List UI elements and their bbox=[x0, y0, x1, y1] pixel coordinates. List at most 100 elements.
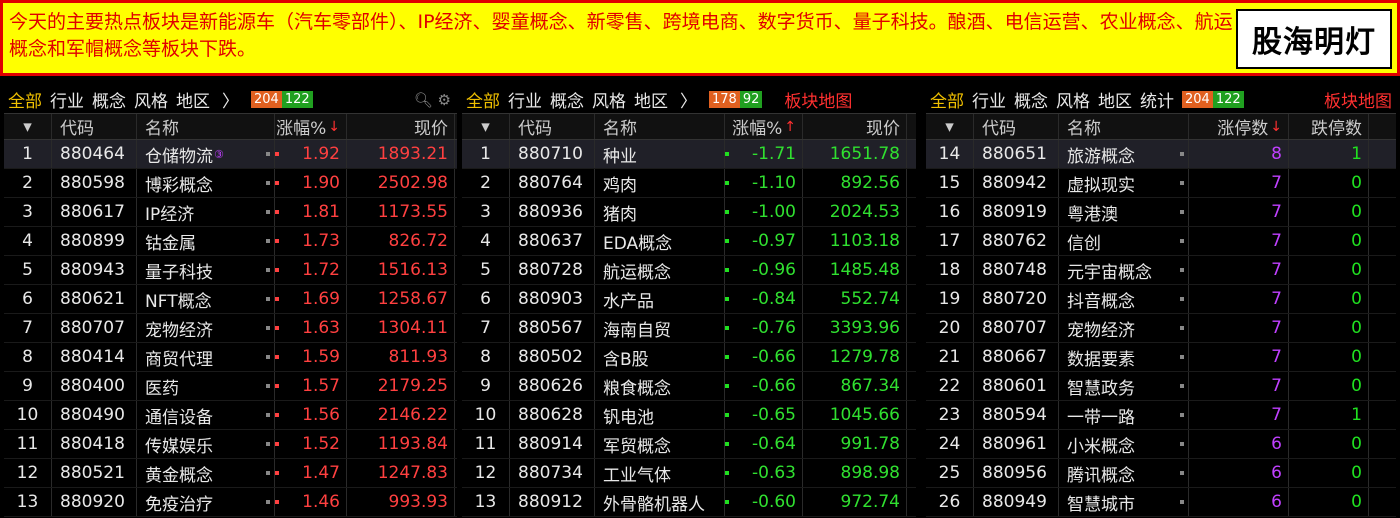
pct-cell: -1.71 bbox=[725, 140, 803, 168]
table-row[interactable]: 3 880936 猪肉 -1.00 2024.53 bbox=[462, 198, 916, 227]
table-row[interactable]: 5 880728 航运概念 -0.96 1485.48 bbox=[462, 256, 916, 285]
advance-count: 204 bbox=[1182, 91, 1213, 108]
col-pct-label: 涨幅% bbox=[276, 119, 327, 139]
table-row[interactable]: 16 880919 粤港澳 7 0 bbox=[926, 198, 1396, 227]
col-code[interactable]: 代码 bbox=[52, 114, 137, 139]
pct-change: 1.92 bbox=[302, 144, 340, 164]
sector-name: 粮食概念 bbox=[595, 372, 725, 400]
col-limitup[interactable]: 涨停数 ↓ bbox=[1189, 114, 1289, 139]
table-row[interactable]: 20 880707 宠物经济 7 0 bbox=[926, 314, 1396, 343]
col-name[interactable]: 名称 bbox=[1059, 114, 1189, 139]
table-row[interactable]: 6 880621 NFT概念 1.69 1258.67 bbox=[4, 285, 457, 314]
table-row[interactable]: 2 880598 博彩概念 1.90 2502.98 bbox=[4, 169, 457, 198]
table-row[interactable]: 8 880414 商贸代理 1.59 811.93 bbox=[4, 343, 457, 372]
current-price: 867.34 bbox=[803, 372, 907, 400]
table-row[interactable]: 10 880490 通信设备 1.56 2146.22 bbox=[4, 401, 457, 430]
tab-region[interactable]: 地区 bbox=[1094, 87, 1136, 112]
table-row[interactable]: 23 880594 一带一路 7 1 bbox=[926, 401, 1396, 430]
table-row[interactable]: 18 880748 元宇宙概念 7 0 bbox=[926, 256, 1396, 285]
col-price[interactable]: 现价 bbox=[803, 114, 907, 139]
table-row[interactable]: 3 880617 IP经济 1.81 1173.55 bbox=[4, 198, 457, 227]
tab-industry[interactable]: 行业 bbox=[46, 87, 88, 112]
table-row[interactable]: 11 880418 传媒娱乐 1.52 1193.84 bbox=[4, 430, 457, 459]
row-index: 9 bbox=[462, 372, 510, 400]
table-row[interactable]: 21 880667 数据要素 7 0 bbox=[926, 343, 1396, 372]
sector-map-link[interactable]: 板块地图 bbox=[1324, 87, 1396, 112]
table-row[interactable]: 4 880899 钴金属 1.73 826.72 bbox=[4, 227, 457, 256]
col-limitdown[interactable]: 跌停数 bbox=[1289, 114, 1369, 139]
decline-count: 122 bbox=[281, 91, 313, 108]
table-row[interactable]: 11 880914 军贸概念 -0.64 991.78 bbox=[462, 430, 916, 459]
current-price: 1103.18 bbox=[803, 227, 907, 255]
tab-all[interactable]: 全部 bbox=[4, 87, 46, 112]
search-icon[interactable]: 🔍︎ bbox=[414, 91, 433, 109]
tab-style[interactable]: 风格 bbox=[1052, 87, 1094, 112]
current-price: 2146.22 bbox=[347, 401, 455, 429]
sort-toggle-icon[interactable]: ▾ bbox=[462, 114, 510, 139]
row-index: 14 bbox=[926, 140, 974, 168]
col-code[interactable]: 代码 bbox=[510, 114, 595, 139]
tab-region[interactable]: 地区 bbox=[172, 87, 214, 112]
chevron-right-icon[interactable]: 〉 bbox=[214, 87, 247, 112]
table-row[interactable]: 13 880912 外骨骼机器人 -0.60 972.74 bbox=[462, 488, 916, 517]
table-row[interactable]: 2 880764 鸡肉 -1.10 892.56 bbox=[462, 169, 916, 198]
table-row[interactable]: 26 880949 智慧城市 6 0 bbox=[926, 488, 1396, 517]
table-row[interactable]: 12 880734 工业气体 -0.63 898.98 bbox=[462, 459, 916, 488]
sort-down-arrow-icon: ↓ bbox=[1270, 118, 1282, 135]
gear-icon[interactable]: ⚙ bbox=[438, 91, 451, 109]
tab-concept[interactable]: 概念 bbox=[546, 87, 588, 112]
table-row[interactable]: 15 880942 虚拟现实 7 0 bbox=[926, 169, 1396, 198]
table-row[interactable]: 22 880601 智慧政务 7 0 bbox=[926, 372, 1396, 401]
tab-concept[interactable]: 概念 bbox=[1010, 87, 1052, 112]
col-name[interactable]: 名称 bbox=[137, 114, 275, 139]
tab-statistics[interactable]: 统计 bbox=[1136, 87, 1178, 112]
tab-all[interactable]: 全部 bbox=[926, 87, 968, 112]
sector-name-cell: NFT概念 bbox=[137, 285, 275, 313]
col-name[interactable]: 名称 bbox=[595, 114, 725, 139]
col-pct[interactable]: 涨幅% ↓ bbox=[275, 114, 347, 139]
tab-concept[interactable]: 概念 bbox=[88, 87, 130, 112]
table-row[interactable]: 7 880567 海南自贸 -0.76 3393.96 bbox=[462, 314, 916, 343]
table-row[interactable]: 19 880720 抖音概念 7 0 bbox=[926, 285, 1396, 314]
sector-code: 880626 bbox=[510, 372, 595, 400]
table-row[interactable]: 1 880464 仓储物流 ③ 1.92 1893.21 bbox=[4, 140, 457, 169]
table-row[interactable]: 1 880710 种业 -1.71 1651.78 bbox=[462, 140, 916, 169]
status-dot-icon bbox=[725, 268, 729, 272]
table-row[interactable]: 7 880707 宠物经济 1.63 1304.11 bbox=[4, 314, 457, 343]
sector-name: 免疫治疗 bbox=[145, 494, 213, 515]
table-row[interactable]: 17 880762 信创 7 0 bbox=[926, 227, 1396, 256]
col-price[interactable]: 现价 bbox=[347, 114, 455, 139]
tab-region[interactable]: 地区 bbox=[630, 87, 672, 112]
table-row[interactable]: 4 880637 EDA概念 -0.97 1103.18 bbox=[462, 227, 916, 256]
table-row[interactable]: 25 880956 腾讯概念 6 0 bbox=[926, 459, 1396, 488]
pct-cell: -0.64 bbox=[725, 430, 803, 458]
sector-name-cell: 商贸代理 bbox=[137, 343, 275, 371]
col-pct[interactable]: 涨幅% ↑ bbox=[725, 114, 803, 139]
tab-style[interactable]: 风格 bbox=[130, 87, 172, 112]
status-dot-icon bbox=[1180, 326, 1184, 330]
sector-code: 880919 bbox=[974, 198, 1059, 226]
table-row[interactable]: 9 880626 粮食概念 -0.66 867.34 bbox=[462, 372, 916, 401]
status-dot-icon bbox=[725, 181, 729, 185]
tab-all[interactable]: 全部 bbox=[462, 87, 504, 112]
sort-toggle-icon[interactable]: ▾ bbox=[4, 114, 52, 139]
tab-style[interactable]: 风格 bbox=[588, 87, 630, 112]
col-code[interactable]: 代码 bbox=[974, 114, 1059, 139]
sort-toggle-icon[interactable]: ▾ bbox=[926, 114, 974, 139]
chevron-right-icon[interactable]: 〉 bbox=[672, 87, 705, 112]
sector-map-link[interactable]: 板块地图 bbox=[784, 87, 856, 112]
tab-industry[interactable]: 行业 bbox=[504, 87, 546, 112]
status-dot-icon bbox=[1180, 442, 1184, 446]
table-row[interactable]: 12 880521 黄金概念 1.47 1247.83 bbox=[4, 459, 457, 488]
table-row[interactable]: 14 880651 旅游概念 8 1 bbox=[926, 140, 1396, 169]
table-row[interactable]: 9 880400 医药 1.57 2179.25 bbox=[4, 372, 457, 401]
sector-name-cell: 一带一路 bbox=[1059, 401, 1189, 429]
table-row[interactable]: 24 880961 小米概念 6 0 bbox=[926, 430, 1396, 459]
table-row[interactable]: 6 880903 水产品 -0.84 552.74 bbox=[462, 285, 916, 314]
table-row[interactable]: 13 880920 免疫治疗 1.46 993.93 bbox=[4, 488, 457, 517]
sector-code: 880710 bbox=[510, 140, 595, 168]
table-row[interactable]: 5 880943 量子科技 1.72 1516.13 bbox=[4, 256, 457, 285]
table-row[interactable]: 10 880628 钒电池 -0.65 1045.66 bbox=[462, 401, 916, 430]
table-row[interactable]: 8 880502 含B股 -0.66 1279.78 bbox=[462, 343, 916, 372]
tab-industry[interactable]: 行业 bbox=[968, 87, 1010, 112]
